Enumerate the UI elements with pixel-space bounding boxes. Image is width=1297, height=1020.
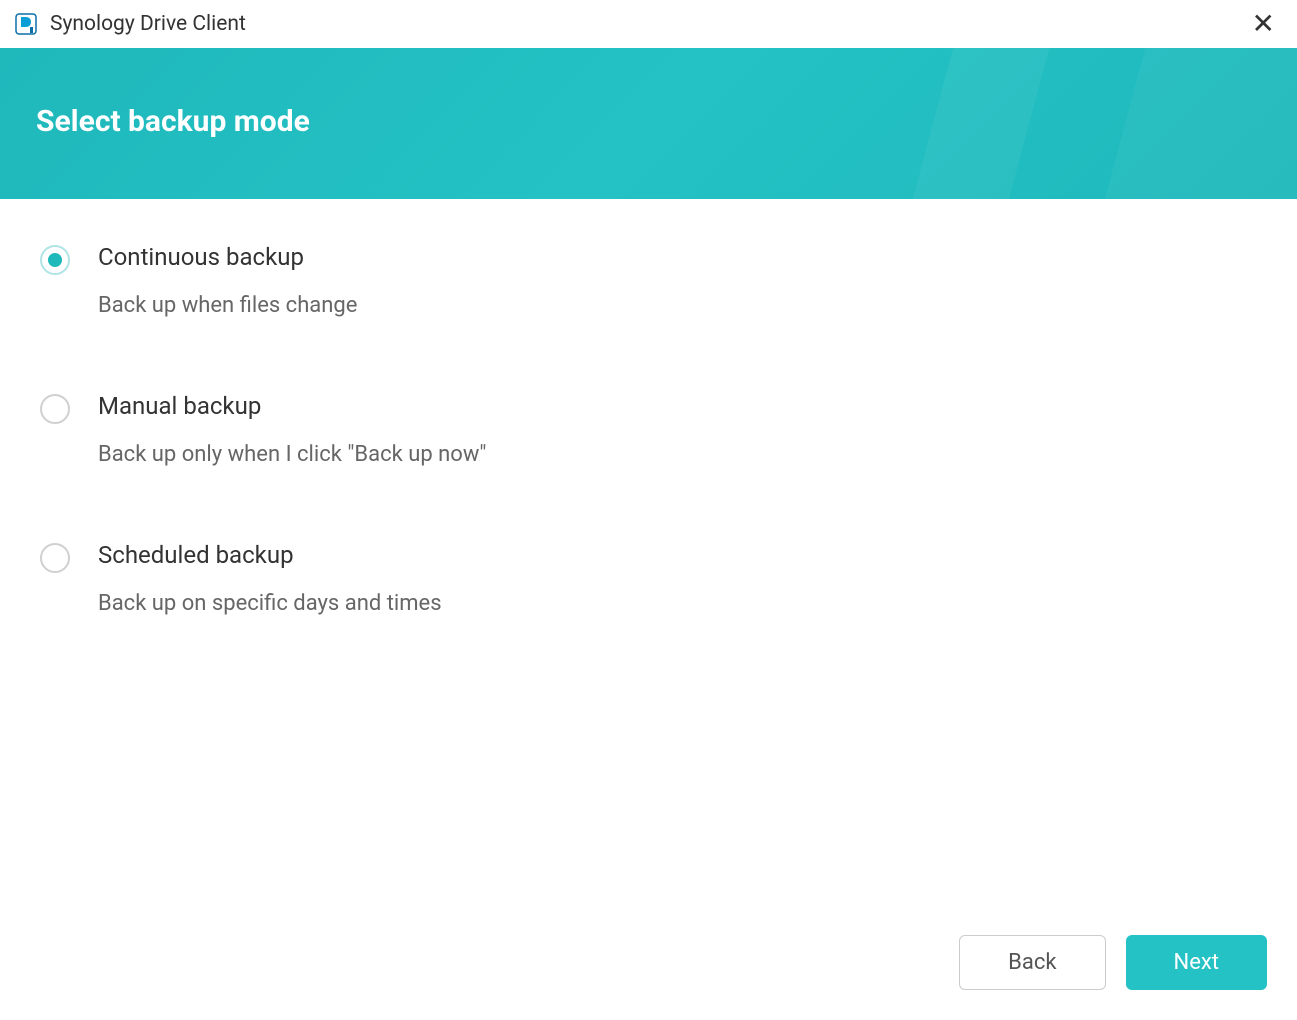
radio-button-scheduled[interactable] — [40, 543, 70, 573]
back-button[interactable]: Back — [959, 935, 1105, 990]
radio-text: Manual backup Back up only when I click … — [98, 392, 486, 467]
page-title: Select backup mode — [36, 104, 1261, 139]
radio-text: Scheduled backup Back up on specific day… — [98, 541, 442, 616]
radio-text: Continuous backup Back up when files cha… — [98, 243, 357, 318]
radio-label-scheduled[interactable]: Scheduled backup — [98, 541, 442, 569]
radio-label-continuous[interactable]: Continuous backup — [98, 243, 357, 271]
app-title: Synology Drive Client — [50, 12, 246, 36]
titlebar: Synology Drive Client ✕ — [0, 0, 1297, 48]
radio-button-continuous[interactable] — [40, 245, 70, 275]
close-icon[interactable]: ✕ — [1248, 10, 1279, 38]
radio-option-manual[interactable]: Manual backup Back up only when I click … — [40, 392, 1257, 467]
radio-desc-scheduled: Back up on specific days and times — [98, 591, 442, 616]
radio-button-manual[interactable] — [40, 394, 70, 424]
radio-desc-manual: Back up only when I click "Back up now" — [98, 442, 486, 467]
radio-option-continuous[interactable]: Continuous backup Back up when files cha… — [40, 243, 1257, 318]
radio-desc-continuous: Back up when files change — [98, 293, 357, 318]
backup-mode-group: Continuous backup Back up when files cha… — [40, 243, 1257, 616]
radio-label-manual[interactable]: Manual backup — [98, 392, 486, 420]
header-banner: Select backup mode — [0, 48, 1297, 199]
next-button[interactable]: Next — [1126, 935, 1267, 990]
radio-option-scheduled[interactable]: Scheduled backup Back up on specific day… — [40, 541, 1257, 616]
content-area: Continuous backup Back up when files cha… — [0, 199, 1297, 636]
titlebar-left: Synology Drive Client — [14, 12, 246, 36]
footer-buttons: Back Next — [959, 935, 1267, 990]
app-icon — [14, 12, 38, 36]
